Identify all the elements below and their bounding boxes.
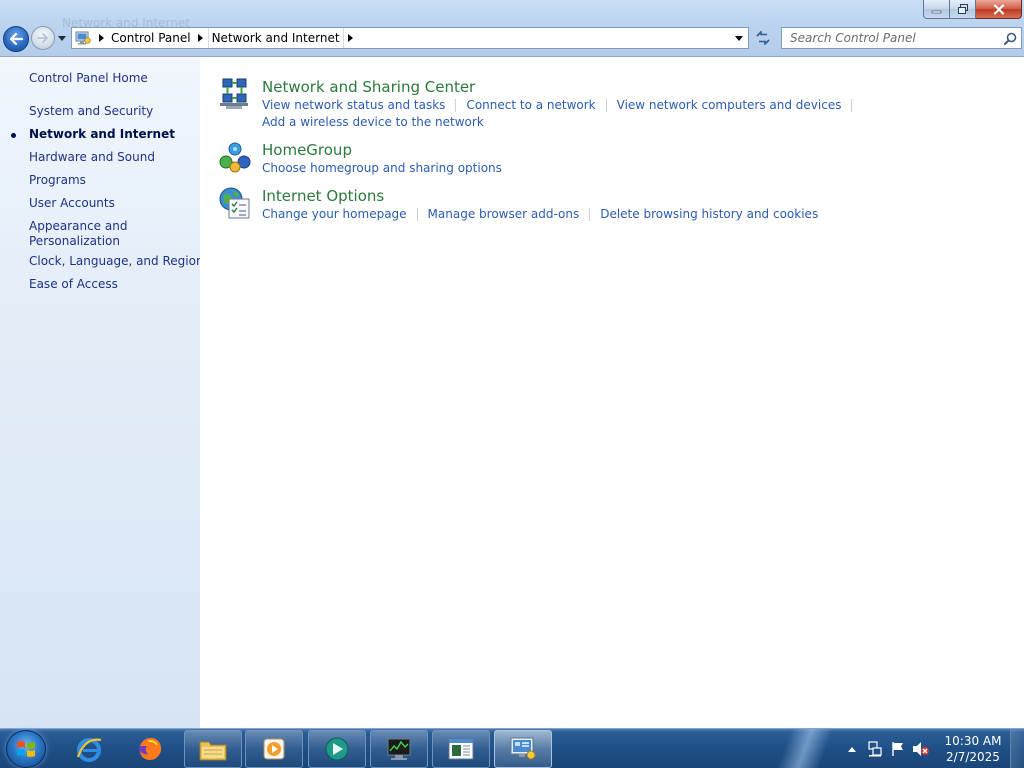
homegroup-title[interactable]: HomeGroup [262, 140, 352, 160]
taskbar-document-viewer[interactable] [432, 730, 490, 768]
internet-explorer-icon [76, 738, 102, 762]
maximize-button[interactable] [950, 0, 976, 19]
taskbar-internet-explorer[interactable] [60, 730, 118, 768]
media-player-icon [263, 738, 285, 760]
sidebar-item-appearance-and-personalization[interactable]: Appearance and Personalization [29, 219, 127, 249]
chevron-right-icon [198, 34, 204, 42]
delete-browsing-history-link[interactable]: Delete browsing history and cookies [600, 206, 818, 223]
breadcrumb-network-and-internet[interactable]: Network and Internet [209, 28, 343, 48]
chevron-right-icon [98, 34, 104, 42]
taskbar-media-player[interactable] [245, 730, 303, 768]
back-button[interactable] [3, 26, 29, 52]
address-dropdown-button[interactable] [732, 28, 746, 48]
network-and-sharing-center-title[interactable]: Network and Sharing Center [262, 77, 475, 97]
network-and-sharing-center-links: View network status and tasks Connect to… [262, 97, 862, 131]
link-separator [416, 208, 418, 221]
choose-homegroup-options-link[interactable]: Choose homegroup and sharing options [262, 160, 502, 177]
notification-area [840, 729, 932, 768]
internet-options-links: Change your homepage Manage browser add-… [262, 206, 818, 223]
sidebar-item-clock-language-region[interactable]: Clock, Language, and Region [29, 254, 204, 269]
network-icon [867, 741, 882, 757]
link-separator [589, 208, 591, 221]
refresh-icon [756, 31, 770, 45]
file-explorer-icon [199, 741, 227, 761]
sidebar-item-programs[interactable]: Programs [29, 173, 86, 188]
minimize-icon [931, 10, 942, 13]
close-button[interactable] [976, 0, 1022, 19]
arrow-right-icon [37, 33, 48, 43]
task-manager-icon [387, 738, 411, 760]
show-hidden-icons-button[interactable] [840, 729, 863, 768]
close-icon [993, 3, 1004, 15]
volume-muted-icon [912, 742, 929, 756]
connect-to-network-link[interactable]: Connect to a network [466, 97, 595, 114]
sidebar-item-network-and-internet[interactable]: Network and Internet [29, 127, 175, 142]
search-icon[interactable] [999, 28, 1021, 48]
recent-pages-button[interactable] [57, 33, 67, 43]
taskbar-file-explorer[interactable] [184, 730, 242, 768]
taskbar: 10:30 AM 2/7/2025 [0, 728, 1024, 768]
start-button[interactable] [6, 730, 46, 768]
search-input[interactable] [782, 28, 999, 48]
firefox-icon [139, 737, 162, 760]
sidebar-item-label: Personalization [29, 234, 120, 248]
forward-button[interactable] [31, 26, 55, 50]
sidebar-item-label: Appearance and [29, 219, 128, 233]
chevron-down-icon [735, 35, 743, 41]
left-navigation-pane: Control Panel Home System and Security N… [0, 58, 204, 728]
link-separator [455, 99, 457, 112]
system-clock[interactable]: 10:30 AM 2/7/2025 [938, 733, 1008, 765]
current-item-bullet [11, 133, 16, 138]
view-network-status-link[interactable]: View network status and tasks [262, 97, 445, 114]
window-controls [923, 0, 1022, 19]
taskbar-app[interactable] [308, 730, 366, 768]
internet-options-icon[interactable] [218, 186, 252, 220]
view-network-computers-link[interactable]: View network computers and devices [617, 97, 842, 114]
chevron-right-icon [348, 34, 354, 42]
chevron-up-icon [847, 746, 856, 752]
minimize-button[interactable] [923, 0, 950, 19]
address-bar[interactable]: Control Panel Network and Internet [71, 27, 749, 49]
taskbar-control-panel[interactable] [494, 730, 552, 768]
taskbar-firefox[interactable] [121, 730, 179, 768]
sidebar-item-ease-of-access[interactable]: Ease of Access [29, 277, 118, 292]
breadcrumb-arrow[interactable] [94, 28, 108, 48]
volume-tray-icon[interactable] [909, 729, 932, 768]
clock-date: 2/7/2025 [946, 750, 1000, 764]
app-icon [325, 737, 349, 761]
network-sharing-center-icon[interactable] [218, 77, 252, 111]
taskbar-task-manager[interactable] [370, 730, 428, 768]
sidebar-item-user-accounts[interactable]: User Accounts [29, 196, 115, 211]
flag-icon [891, 742, 903, 756]
network-tray-icon[interactable] [863, 729, 886, 768]
breadcrumb-control-panel[interactable]: Control Panel [108, 28, 194, 48]
control-panel-home-link[interactable]: Control Panel Home [29, 71, 148, 86]
windows-logo-icon [17, 741, 35, 757]
search-box[interactable] [781, 27, 1022, 49]
show-desktop-button[interactable] [1010, 729, 1024, 768]
window-chrome: Network and Internet Control Panel Netwo… [0, 0, 1024, 57]
control-panel-icon [72, 28, 94, 48]
control-panel-icon [510, 737, 536, 760]
breadcrumb-arrow[interactable] [194, 28, 208, 48]
restore-icon [957, 3, 968, 14]
sidebar-item-hardware-and-sound[interactable]: Hardware and Sound [29, 150, 155, 165]
homegroup-icon[interactable] [218, 140, 252, 174]
link-separator [851, 99, 853, 112]
refresh-button[interactable] [751, 27, 775, 49]
link-separator [605, 99, 607, 112]
main-content: Network and Sharing Center View network … [200, 58, 1024, 728]
breadcrumb-arrow[interactable] [344, 28, 358, 48]
add-wireless-device-link[interactable]: Add a wireless device to the network [262, 114, 484, 131]
change-homepage-link[interactable]: Change your homepage [262, 206, 407, 223]
chevron-down-icon [58, 35, 66, 41]
document-viewer-icon [448, 738, 474, 760]
clock-time: 10:30 AM [944, 734, 1002, 748]
sidebar-item-system-and-security[interactable]: System and Security [29, 104, 153, 119]
action-center-tray-icon[interactable] [886, 729, 909, 768]
arrow-left-icon [9, 33, 23, 45]
homegroup-links: Choose homegroup and sharing options [262, 160, 502, 177]
internet-options-title[interactable]: Internet Options [262, 186, 384, 206]
manage-browser-addons-link[interactable]: Manage browser add-ons [428, 206, 580, 223]
